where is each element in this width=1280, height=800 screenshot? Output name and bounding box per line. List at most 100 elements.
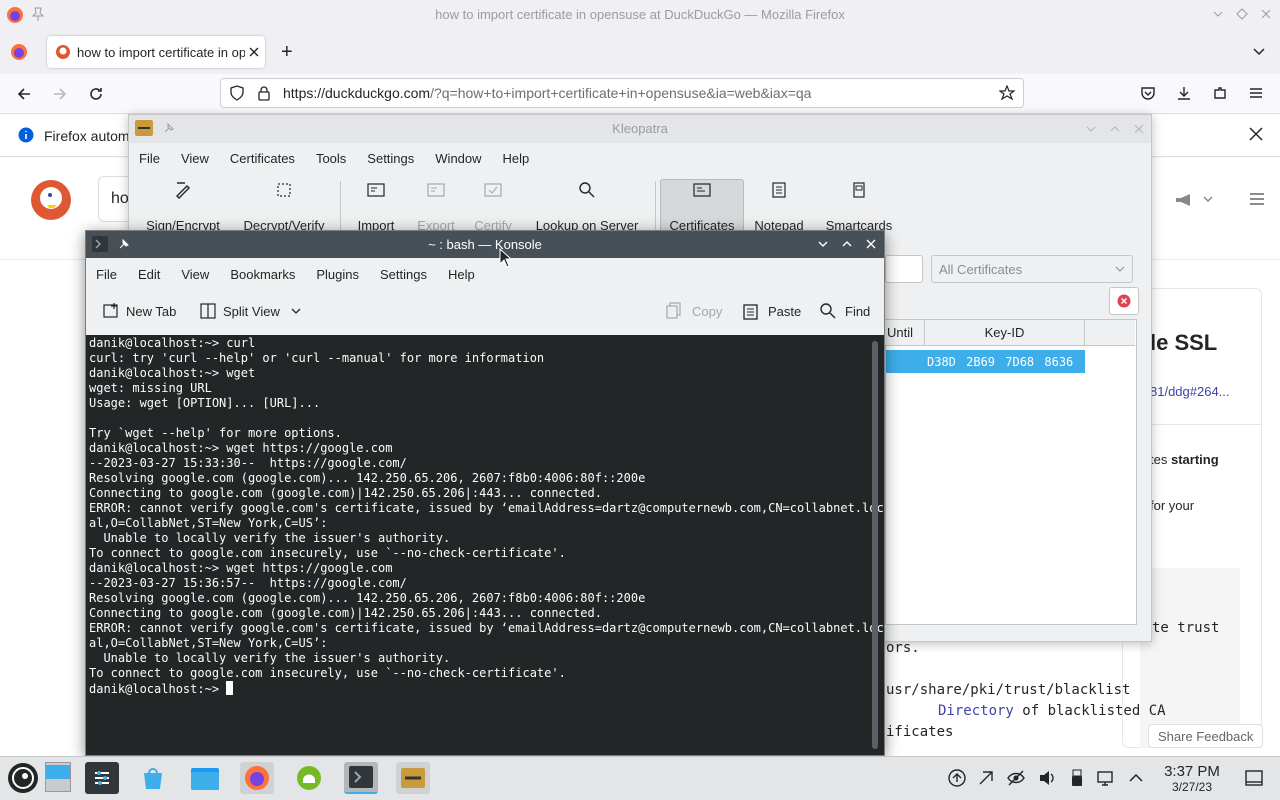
konsole-menu-help[interactable]: Help (448, 267, 475, 282)
kleopatra-close-icon[interactable] (1133, 123, 1145, 135)
konsole-menu-bookmarks[interactable]: Bookmarks (230, 267, 295, 282)
minimize-icon[interactable] (1212, 8, 1224, 20)
kleopatra-titlebar: Kleopatra (129, 115, 1151, 143)
kleo-menu-tools[interactable]: Tools (316, 151, 346, 166)
yast-icon[interactable] (292, 762, 326, 794)
extensions-icon[interactable] (1212, 85, 1228, 101)
clear-search-button[interactable] (1109, 287, 1139, 315)
ddg-snippet-1: tes starting (1150, 452, 1219, 467)
smartcard-icon (853, 182, 865, 198)
decrypt-verify-button[interactable]: Decrypt/Verify (239, 181, 329, 233)
lookup-on-server-button[interactable]: Lookup on Server (529, 181, 645, 233)
tab-duckduckgo[interactable]: how to import certificate in opensuse at… (47, 36, 265, 68)
updates-icon[interactable] (948, 769, 966, 787)
pager-desktop[interactable] (45, 762, 71, 792)
column-header-keyid[interactable]: Key-ID (925, 319, 1085, 346)
kleopatra-taskbar-icon[interactable] (396, 762, 430, 794)
konsole-taskbar-icon[interactable] (344, 762, 378, 794)
konsole-menu-edit[interactable]: Edit (138, 267, 160, 282)
forward-icon[interactable] (52, 86, 68, 102)
search-icon (579, 182, 595, 198)
konsole-menu-view[interactable]: View (181, 267, 209, 282)
import-button[interactable]: Import (351, 181, 401, 233)
tracking-protection-icon[interactable] (229, 85, 245, 101)
find-button[interactable]: Find (819, 302, 870, 320)
konsole-menu-settings[interactable]: Settings (380, 267, 427, 282)
usb-device-icon[interactable] (1068, 769, 1086, 787)
kleo-search-field[interactable] (885, 255, 923, 283)
konsole-close-icon[interactable] (865, 238, 877, 250)
reload-icon[interactable] (88, 86, 104, 102)
menu-icon[interactable] (1249, 86, 1263, 100)
kleo-menu-certificates[interactable]: Certificates (230, 151, 295, 166)
visibility-icon[interactable] (1007, 769, 1025, 787)
notepad-button[interactable]: Notepad (749, 181, 809, 233)
new-tab-button[interactable]: + (281, 41, 293, 64)
lock-icon[interactable] (257, 85, 271, 101)
copy-button[interactable]: Copy (666, 302, 722, 320)
kleo-menu-view[interactable]: View (181, 151, 209, 166)
smartcards-button[interactable]: Smartcards (821, 181, 897, 233)
konsole-title: ~ : bash — Konsole (428, 237, 542, 252)
application-launcher-icon[interactable] (7, 762, 39, 794)
konsole-menu-plugins[interactable]: Plugins (316, 267, 359, 282)
pocket-icon[interactable] (1140, 85, 1156, 101)
notepad-icon (772, 182, 786, 198)
terminal-line: ERROR: cannot verify google.com's certif… (89, 621, 884, 635)
paste-button[interactable]: Paste (742, 302, 801, 320)
close-icon[interactable] (1260, 8, 1272, 20)
firefox-view-icon[interactable] (10, 43, 28, 61)
clock[interactable]: 3:37 PM 3/27/23 (1152, 763, 1232, 794)
show-desktop-icon[interactable] (1245, 769, 1263, 787)
certificates-button[interactable]: Certificates (662, 181, 742, 233)
back-icon[interactable] (16, 86, 32, 102)
network-icon[interactable] (1097, 769, 1115, 787)
kleo-menu-settings[interactable]: Settings (367, 151, 414, 166)
firefox-taskbar-icon[interactable] (240, 762, 274, 794)
kleo-menu-window[interactable]: Window (435, 151, 481, 166)
system-settings-icon[interactable] (85, 762, 119, 794)
split-view-button[interactable]: Split View (199, 302, 302, 320)
terminal-line: ERROR: cannot verify google.com's certif… (89, 501, 884, 515)
discover-store-icon[interactable] (136, 762, 170, 794)
terminal-line: Usage: wget [OPTION]... [URL]... (89, 396, 321, 410)
kde-connect-icon[interactable] (977, 769, 995, 787)
kleo-menu-file[interactable]: File (139, 151, 160, 166)
clear-icon (1117, 294, 1131, 308)
share-feedback-button[interactable]: Share Feedback (1148, 724, 1264, 748)
certificate-row-selected[interactable]: D38D 2B69 7D68 8636 (886, 350, 1085, 373)
chevron-down-icon (291, 308, 301, 314)
ddg-card-link[interactable]: 81/ddg#264... (1150, 384, 1230, 399)
ddg-card-heading: le SSL (1150, 330, 1218, 355)
ddg-menu-icon[interactable] (1249, 192, 1265, 206)
terminal-scrollbar[interactable] (872, 341, 878, 749)
downloads-icon[interactable] (1176, 85, 1192, 101)
ddg-code-line-4: Directory of blacklisted CA (938, 703, 1166, 719)
sign-encrypt-icon (176, 182, 190, 199)
bookmark-star-icon[interactable] (999, 85, 1015, 101)
certificate-filter-select[interactable]: All Certificates (931, 255, 1133, 283)
kleopatra-maximize-icon[interactable] (1109, 123, 1121, 135)
kleo-menu-help[interactable]: Help (503, 151, 530, 166)
certify-button[interactable]: Certify (468, 181, 518, 233)
duckduckgo-logo-icon[interactable] (30, 179, 72, 221)
kleopatra-minimize-icon[interactable] (1085, 123, 1097, 135)
konsole-menu-file[interactable]: File (96, 267, 117, 282)
url-bar[interactable]: https://duckduckgo.com/?q=how+to+import+… (220, 78, 1024, 108)
konsole-minimize-icon[interactable] (817, 238, 829, 250)
export-button[interactable]: Export (411, 181, 461, 233)
tray-expand-icon[interactable] (1127, 769, 1145, 787)
maximize-icon[interactable] (1236, 8, 1248, 20)
new-tab-button[interactable]: New Tab (102, 302, 176, 320)
megaphone-icon[interactable] (1174, 192, 1214, 208)
terminal-output[interactable]: danik@localhost:~> curl curl: try 'curl -… (86, 335, 884, 755)
list-all-tabs-icon[interactable] (1252, 44, 1266, 58)
konsole-maximize-icon[interactable] (841, 238, 853, 250)
close-notification-icon[interactable] (1249, 127, 1263, 141)
close-tab-icon[interactable] (249, 47, 259, 57)
volume-icon[interactable] (1038, 769, 1056, 787)
sign-encrypt-button[interactable]: Sign/Encrypt (143, 181, 223, 233)
file-manager-icon[interactable] (188, 762, 222, 794)
column-header-until[interactable]: Until (885, 319, 925, 346)
